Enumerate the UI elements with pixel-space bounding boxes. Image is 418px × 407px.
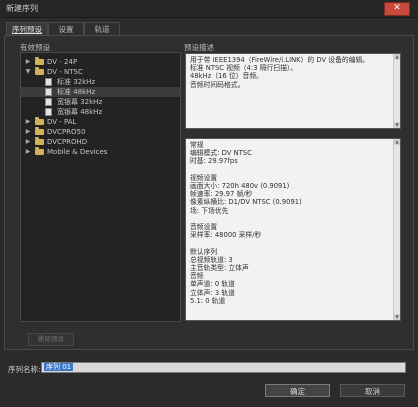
- folder-icon: [35, 127, 44, 135]
- info-line: 帧速率: 29.97 帧/秒: [190, 190, 253, 199]
- tree-item-label: DV - 24P: [47, 58, 78, 66]
- tree-folder[interactable]: ▶ DV - PAL: [21, 117, 180, 127]
- expand-right-icon[interactable]: ▶: [24, 57, 32, 67]
- tree-item-label: 宽银幕 32kHz: [57, 98, 103, 106]
- folder-icon: [35, 67, 44, 75]
- sequence-name-input[interactable]: 序列 01: [41, 362, 406, 373]
- info-line: 立体声: 3 轨道: [190, 288, 235, 297]
- description-scrollbar[interactable]: ▲ ▼: [393, 54, 400, 128]
- tree-item-label: DV - PAL: [47, 118, 77, 126]
- tab-label: 轨道: [94, 25, 110, 34]
- scroll-up-icon[interactable]: ▲: [394, 54, 400, 60]
- tab-settings[interactable]: 设置: [48, 22, 84, 36]
- info-line: 默认序列: [190, 247, 218, 256]
- window-title: 新建序列: [6, 4, 38, 13]
- tab-sequence-presets[interactable]: 序列预设: [6, 22, 48, 36]
- tree-item-label: DVCPRO50: [47, 128, 86, 136]
- folder-icon: [35, 117, 44, 125]
- tree-folder[interactable]: ▶ DV - 24P: [21, 57, 180, 67]
- preset-file-icon: [45, 108, 52, 116]
- tree-item-label: 标准 48kHz: [57, 88, 96, 96]
- preset-file-icon: [45, 98, 52, 106]
- info-line: 常规: [190, 141, 204, 149]
- tree-folder[interactable]: ▶ DVCPROHD: [21, 137, 180, 147]
- tree-item[interactable]: 宽银幕 32kHz: [21, 97, 180, 107]
- sequence-name-label: 序列名称:: [8, 365, 41, 374]
- tree-folder[interactable]: ▼ DV - NTSC: [21, 67, 180, 77]
- preset-file-icon: [45, 78, 52, 86]
- expand-right-icon[interactable]: ▶: [24, 147, 32, 157]
- tree-item[interactable]: 标准 32kHz: [21, 77, 180, 87]
- info-line: 画面大小: 720h 480v (0.9091): [190, 182, 290, 191]
- info-line: 音频设置: [190, 223, 218, 232]
- info-line: 视频设置: [190, 173, 218, 182]
- tree-item-label: 宽银幕 48kHz: [57, 108, 103, 116]
- expand-right-icon[interactable]: ▶: [24, 127, 32, 137]
- info-line: 采样率: 48000 采样/秒: [190, 231, 262, 240]
- info-line: [190, 215, 397, 223]
- expand-down-icon[interactable]: ▼: [24, 67, 32, 77]
- info-line: [190, 239, 397, 247]
- tree-item-label: Mobile & Devices: [47, 148, 108, 156]
- folder-icon: [35, 147, 44, 155]
- ok-button[interactable]: 确定: [265, 384, 330, 397]
- info-line: 5.1: 0 轨道: [190, 296, 226, 305]
- preset-tree[interactable]: ▶ DV - 24P ▼ DV - NTSC 标准 32kHz 标准 48kHz 宽银幕 3…: [20, 52, 181, 322]
- scroll-down-icon[interactable]: ▼: [394, 122, 400, 128]
- tree-item-label: DVCPROHD: [47, 138, 88, 146]
- cancel-button[interactable]: 取消: [340, 384, 405, 397]
- info-line: 编辑模式: DV NTSC: [190, 149, 252, 158]
- folder-icon: [35, 137, 44, 145]
- delete-preset-button[interactable]: 删除预设: [28, 333, 74, 346]
- tree-item[interactable]: 标准 48kHz: [21, 87, 180, 97]
- scroll-down-icon[interactable]: ▼: [394, 314, 400, 320]
- info-line: 标准 NTSC 视频（4:3 隔行扫描）。: [190, 64, 298, 73]
- info-line: 音频时间码格式。: [190, 80, 245, 89]
- info-line: 时基: 29.97fps: [190, 157, 238, 166]
- tree-item-label: DV - NTSC: [47, 68, 83, 76]
- close-icon: ✕: [393, 3, 401, 13]
- preset-file-icon: [45, 88, 52, 96]
- tree-folder[interactable]: ▶ Mobile & Devices: [21, 147, 180, 157]
- preset-description-panel: 用于带 IEEE1394（FireWire/i.LINK）的 DV 设备的编辑。…: [185, 53, 401, 129]
- tab-label: 设置: [58, 25, 74, 34]
- general-info-panel: 常规 编辑模式: DV NTSC 时基: 29.97fps 视频设置 画面大小:…: [185, 138, 401, 321]
- tree-item-label: 标准 32kHz: [57, 78, 96, 86]
- info-line: 音频: [190, 272, 204, 281]
- scroll-up-icon[interactable]: ▲: [394, 139, 400, 145]
- tab-label: 序列预设: [12, 25, 42, 34]
- close-button[interactable]: ✕: [384, 2, 410, 16]
- expand-right-icon[interactable]: ▶: [24, 117, 32, 127]
- expand-right-icon[interactable]: ▶: [24, 137, 32, 147]
- tab-tracks[interactable]: 轨道: [84, 22, 120, 36]
- sequence-name-value: 序列 01: [44, 363, 74, 371]
- info-line: 主音轨类型: 立体声: [190, 264, 249, 273]
- info-line: 场: 下场优先: [190, 206, 229, 215]
- info-scrollbar[interactable]: ▲ ▼: [393, 139, 400, 320]
- info-line: 总视频轨道: 3: [190, 255, 233, 264]
- tree-folder[interactable]: ▶ DVCPRO50: [21, 127, 180, 137]
- title-bar: 新建序列 ✕: [0, 0, 418, 18]
- info-line: [190, 166, 397, 174]
- tree-item[interactable]: 宽银幕 48kHz: [21, 107, 180, 117]
- info-line: 用于带 IEEE1394（FireWire/i.LINK）的 DV 设备的编辑。: [190, 56, 370, 64]
- info-line: 48kHz（16 位）音频。: [190, 72, 263, 81]
- preset-description-label: 预设描述: [184, 43, 214, 52]
- info-line: 单声道: 0 轨道: [190, 280, 235, 289]
- folder-icon: [35, 57, 44, 65]
- info-line: 像素纵横比: D1/DV NTSC (0.9091): [190, 198, 302, 207]
